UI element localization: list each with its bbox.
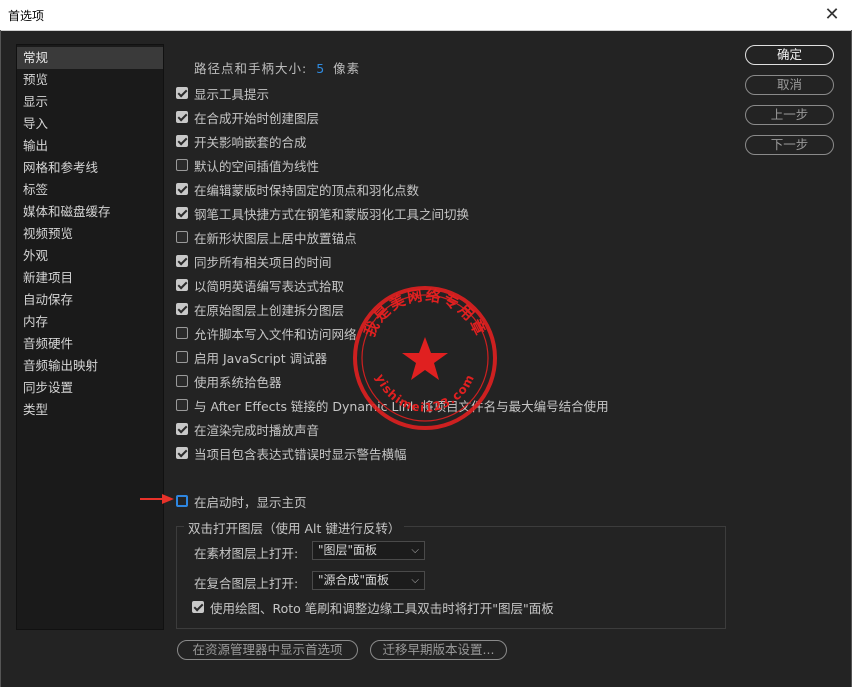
option-label: 显示工具提示 (194, 86, 270, 102)
option-label: 在渲染完成时播放声音 (194, 422, 320, 438)
option-checkbox[interactable] (176, 423, 188, 435)
sidebar-item[interactable]: 网格和参考线 (17, 157, 163, 179)
option-label: 使用系统拾色器 (194, 374, 282, 390)
general-option[interactable]: 在合成开始时创建图层 (176, 107, 319, 127)
option-checkbox[interactable] (176, 183, 188, 195)
general-option[interactable]: 在新形状图层上居中放置锚点 (176, 227, 357, 247)
option-checkbox[interactable] (176, 303, 188, 315)
option-label: 开关影响嵌套的合成 (194, 134, 307, 150)
sidebar-item[interactable]: 内存 (17, 311, 163, 333)
general-option[interactable]: 默认的空间插值为线性 (176, 155, 319, 175)
option-label: 在合成开始时创建图层 (194, 110, 320, 126)
general-option[interactable]: 在编辑蒙版时保持固定的顶点和羽化点数 (176, 179, 419, 199)
option-checkbox[interactable] (176, 351, 188, 363)
path-handle-size-value[interactable]: 5 (316, 61, 324, 76)
paint-open-layer-checkbox[interactable] (192, 601, 204, 613)
title-bar: 首选项 ✕ (0, 0, 852, 31)
option-label: 钢笔工具快捷方式在钢笔和蒙版羽化工具之间切换 (194, 206, 470, 222)
general-option[interactable]: 显示工具提示 (176, 83, 269, 103)
preferences-category-list: 常规 预览 显示 导入 输出 网格和参考线 标签 媒体和磁盘缓存 视频预览 外观 新建项目 自动保存内… (16, 44, 164, 630)
option-label: 与 After Effects 链接的 Dynamic Link 将项目文件名与… (194, 398, 609, 414)
paint-open-layer-label: 使用绘图、Roto 笔刷和调整边缘工具双击时将打开"图层"面板 (210, 600, 554, 616)
startup-home-option[interactable]: 在启动时，显示主页 (176, 491, 307, 511)
option-checkbox[interactable] (176, 111, 188, 123)
sidebar-item[interactable]: 视频预览 (17, 223, 163, 245)
option-label: 在新形状图层上居中放置锚点 (194, 230, 357, 246)
sidebar-item[interactable]: 输出 (17, 135, 163, 157)
option-label: 在原始图层上创建拆分图层 (194, 302, 345, 318)
comp-layer-open-label: 在复合图层上打开: (194, 576, 299, 591)
option-checkbox[interactable] (176, 399, 188, 411)
option-checkbox[interactable] (176, 207, 188, 219)
option-label: 以简明英语编写表达式拾取 (194, 278, 345, 294)
next-button[interactable]: 下一步 (745, 135, 834, 155)
option-label: 在编辑蒙版时保持固定的顶点和羽化点数 (194, 182, 420, 198)
sidebar-item[interactable]: 常规 (17, 47, 163, 69)
footage-layer-open-value: "图层"面板 (318, 543, 378, 557)
sidebar-item[interactable]: 外观 (17, 245, 163, 267)
comp-layer-open-value: "源合成"面板 (318, 573, 390, 587)
sidebar-item[interactable]: 标签 (17, 179, 163, 201)
window-title: 首选项 (8, 9, 45, 23)
sidebar-item[interactable]: 预览 (17, 69, 163, 91)
path-handle-size-unit: 像素 (333, 61, 361, 76)
reveal-preferences-button[interactable]: 在资源管理器中显示首选项 (177, 640, 358, 660)
option-label: 启用 JavaScript 调试器 (194, 350, 328, 366)
general-option[interactable]: 允许脚本写入文件和访问网络 (176, 323, 357, 343)
general-option[interactable]: 启用 JavaScript 调试器 (176, 347, 327, 367)
option-checkbox[interactable] (176, 447, 188, 459)
sidebar-item[interactable]: 同步设置 (17, 377, 163, 399)
sidebar-item[interactable]: 类型 (17, 399, 163, 421)
option-label: 同步所有相关项目的时间 (194, 254, 332, 270)
path-handle-size-label: 路径点和手柄大小: (194, 61, 308, 76)
general-option[interactable]: 使用系统拾色器 (176, 371, 282, 391)
general-option[interactable]: 开关影响嵌套的合成 (176, 131, 307, 151)
option-checkbox[interactable] (176, 231, 188, 243)
option-checkbox[interactable] (176, 279, 188, 291)
comp-layer-open-select[interactable]: "源合成"面板 ⌵ (312, 571, 425, 590)
general-option[interactable]: 钢笔工具快捷方式在钢笔和蒙版羽化工具之间切换 (176, 203, 469, 223)
chevron-down-icon: ⌵ (411, 545, 419, 556)
option-checkbox[interactable] (176, 87, 188, 99)
general-option[interactable]: 当项目包含表达式错误时显示警告横幅 (176, 443, 407, 463)
sidebar-item[interactable]: 自动保存 (17, 289, 163, 311)
double-click-group-title: 双击打开图层（使用 Alt 键进行反转） (184, 518, 405, 537)
option-label: 当项目包含表达式错误时显示警告横幅 (194, 446, 407, 462)
paint-open-layer-option[interactable]: 使用绘图、Roto 笔刷和调整边缘工具双击时将打开"图层"面板 (192, 597, 554, 617)
path-handle-size-row: 路径点和手柄大小: 5 像素 (194, 58, 360, 77)
sidebar-item[interactable]: 显示 (17, 91, 163, 113)
sidebar-item[interactable]: 音频硬件 (17, 333, 163, 355)
close-icon[interactable]: ✕ (812, 0, 852, 30)
sidebar-item[interactable]: 媒体和磁盘缓存 (17, 201, 163, 223)
footage-layer-open-select[interactable]: "图层"面板 ⌵ (312, 541, 425, 560)
general-option[interactable]: 以简明英语编写表达式拾取 (176, 275, 344, 295)
startup-home-label: 在启动时，显示主页 (194, 494, 307, 510)
migrate-settings-button[interactable]: 迁移早期版本设置... (370, 640, 507, 660)
general-option[interactable]: 同步所有相关项目的时间 (176, 251, 332, 271)
option-checkbox[interactable] (176, 255, 188, 267)
option-label: 允许脚本写入文件和访问网络 (194, 326, 357, 342)
cancel-button[interactable]: 取消 (745, 75, 834, 95)
chevron-down-icon: ⌵ (411, 575, 419, 586)
general-option[interactable]: 在渲染完成时播放声音 (176, 419, 319, 439)
svg-text:我是美网络专用章: 我是美网络专用章 (360, 286, 489, 340)
footage-layer-open-label: 在素材图层上打开: (194, 546, 299, 561)
sidebar-item[interactable]: 音频输出映射 (17, 355, 163, 377)
option-label: 默认的空间插值为线性 (194, 158, 320, 174)
stamp-text: 我是美网络专用章 (360, 286, 487, 340)
sidebar-item[interactable]: 新建项目 (17, 267, 163, 289)
general-option[interactable]: 在原始图层上创建拆分图层 (176, 299, 344, 319)
ok-button[interactable]: 确定 (745, 45, 834, 65)
previous-button[interactable]: 上一步 (745, 105, 834, 125)
general-option[interactable]: 与 After Effects 链接的 Dynamic Link 将项目文件名与… (176, 395, 609, 415)
red-arrow-icon (140, 494, 174, 504)
sidebar-item[interactable]: 导入 (17, 113, 163, 135)
option-checkbox[interactable] (176, 327, 188, 339)
option-checkbox[interactable] (176, 375, 188, 387)
option-checkbox[interactable] (176, 135, 188, 147)
option-checkbox[interactable] (176, 159, 188, 171)
startup-home-checkbox[interactable] (176, 495, 188, 507)
